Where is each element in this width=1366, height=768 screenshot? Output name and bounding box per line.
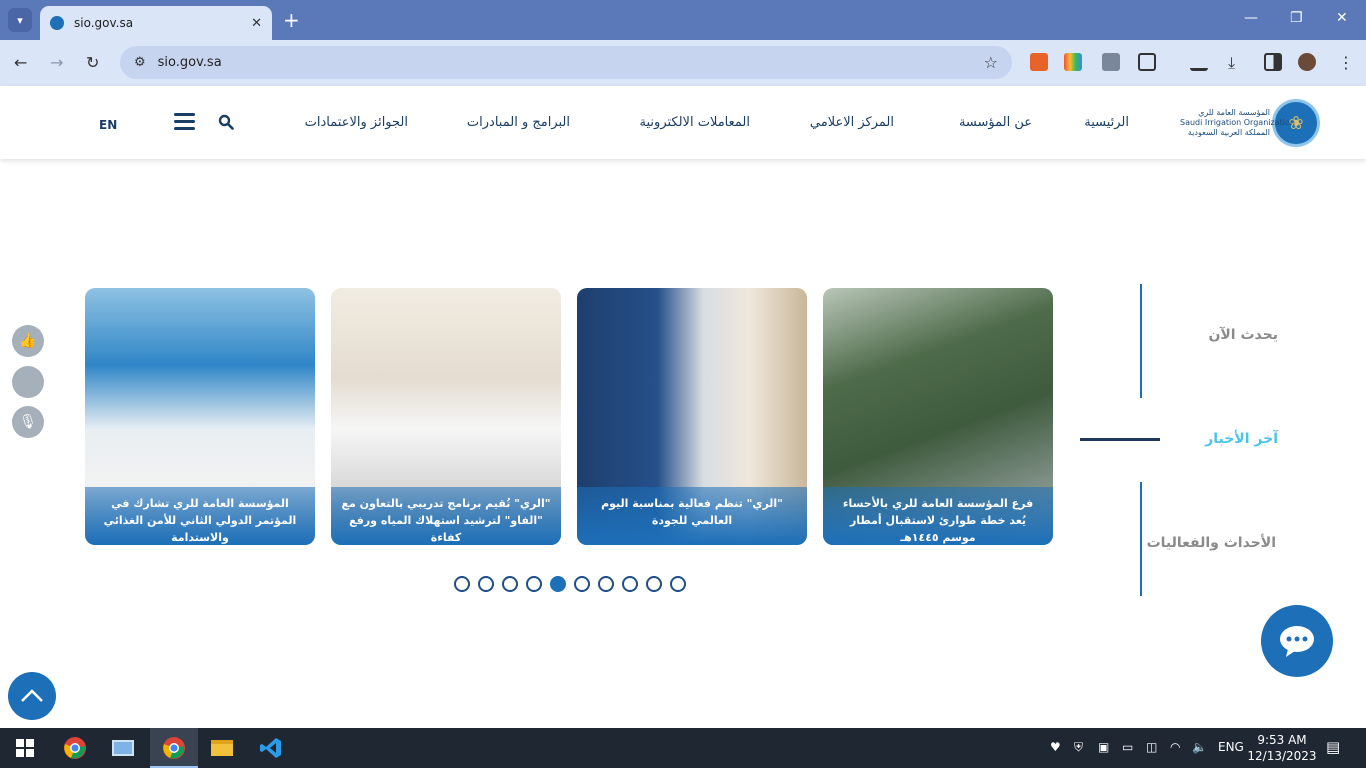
chat-bubble-icon (1280, 626, 1314, 657)
remote-desktop-taskbar-icon[interactable] (108, 734, 138, 762)
carousel-dot-active[interactable] (550, 576, 566, 592)
side-divider-top (1140, 284, 1142, 398)
nav-media-center[interactable]: المركز الاعلامي (810, 115, 894, 130)
extension-megaphone-icon[interactable] (1030, 53, 1048, 71)
start-icon[interactable] (10, 734, 40, 762)
news-caption: فرع المؤسسة العامة للري بالأحساء يُعد خط… (823, 487, 1053, 545)
carousel-dot[interactable] (502, 576, 518, 592)
carousel-dot[interactable] (574, 576, 590, 592)
omnibox[interactable]: ⚙ sio.gov.sa ☆ (120, 46, 1012, 79)
news-card[interactable]: المؤسسة العامة للري تشارك في المؤتمر الد… (85, 288, 315, 545)
side-tab-latest-news[interactable]: آخر الأخبار (1205, 431, 1278, 447)
language-toggle[interactable]: EN (99, 118, 117, 132)
side-panel-icon[interactable] (1264, 53, 1282, 71)
carousel-dot[interactable] (646, 576, 662, 592)
nav-e-services[interactable]: المعاملات الالكترونية (640, 115, 750, 130)
nav-programs[interactable]: البرامج و المبادرات (467, 115, 570, 130)
browser-tab[interactable]: sio.gov.sa ✕ (40, 6, 272, 40)
carousel-dot[interactable] (670, 576, 686, 592)
input-language[interactable]: ENG (1218, 740, 1244, 754)
windows-taskbar (0, 728, 1366, 768)
volume-icon[interactable]: 🔈 (1192, 740, 1207, 754)
carousel-dot[interactable] (598, 576, 614, 592)
tray-shield-icon[interactable]: ⛨ (1074, 740, 1083, 755)
carousel-dot[interactable] (454, 576, 470, 592)
back-icon[interactable]: ← (14, 53, 27, 72)
tab-title: sio.gov.sa (74, 16, 134, 30)
extensions-puzzle-icon[interactable] (1138, 53, 1156, 71)
chrome-icon (64, 737, 86, 759)
tray-device-icon[interactable]: ◫ (1146, 740, 1157, 754)
active-indicator (1080, 438, 1160, 441)
chrome-profile-taskbar-icon[interactable] (159, 734, 189, 762)
logo-line-ar: المؤسسة العامة للري (1198, 108, 1270, 117)
news-caption: "الري" تنظم فعالية بمناسبة اليوم العالمي… (577, 487, 807, 545)
url-text[interactable]: sio.gov.sa (158, 55, 984, 70)
star-icon[interactable]: ☆ (984, 53, 998, 72)
browser-menu-icon[interactable]: ⋮ (1338, 53, 1356, 72)
news-caption: المؤسسة العامة للري تشارك في المؤتمر الد… (85, 487, 315, 545)
chevron-up-icon (21, 689, 43, 702)
logo-text: المؤسسة العامة للري Saudi Irrigation Org… (1180, 108, 1295, 138)
news-card[interactable]: "الري" تُقيم برنامج تدريبي بالتعاون مع "… (331, 288, 561, 545)
profile-avatar[interactable] (1298, 53, 1316, 71)
nav-awards[interactable]: الجوائز والاعتمادات (305, 115, 408, 130)
carousel-dot[interactable] (622, 576, 638, 592)
accessibility-widget[interactable] (12, 366, 44, 398)
clock-time: 9:53 AM (1257, 733, 1307, 747)
extension-color-icon[interactable] (1064, 53, 1082, 71)
vscode-logo-icon (260, 738, 281, 758)
forward-icon[interactable]: → (50, 53, 63, 72)
carousel-dot[interactable] (478, 576, 494, 592)
carousel-dot[interactable] (526, 576, 542, 592)
news-card[interactable]: فرع المؤسسة العامة للري بالأحساء يُعد خط… (823, 288, 1053, 545)
nav-about[interactable]: عن المؤسسة (959, 115, 1032, 130)
wifi-icon[interactable]: ◠ (1170, 740, 1180, 754)
windows-logo-icon (16, 739, 34, 757)
site-info-icon[interactable]: ⚙ (134, 55, 146, 70)
mic-icon[interactable]: 🎙 (12, 406, 44, 438)
tray-network-app-icon[interactable]: ▣ (1098, 740, 1109, 754)
system-clock[interactable]: 9:53 AM 12/13/2023 (1246, 732, 1318, 764)
logo-line-en: Saudi Irrigation Organization (1180, 118, 1295, 127)
extension-jpg-icon[interactable] (1102, 53, 1120, 71)
like-icon[interactable]: 👍 (12, 325, 44, 357)
tab-search-button[interactable]: ▾ (8, 8, 32, 32)
logo-line-kingdom: المملكة العربية السعودية (1187, 128, 1270, 137)
notifications-icon[interactable]: ▤ (1326, 738, 1340, 756)
clock-date: 12/13/2023 (1247, 749, 1317, 763)
site-favicon-icon (50, 16, 64, 30)
minimize-button[interactable]: — (1244, 10, 1258, 26)
site-header: ❀ المؤسسة العامة للري Saudi Irrigation O… (0, 86, 1366, 159)
news-caption: "الري" تُقيم برنامج تدريبي بالتعاون مع "… (331, 487, 561, 545)
chrome-icon (163, 737, 185, 759)
reload-icon[interactable]: ↻ (86, 53, 99, 72)
side-tab-events[interactable]: الأحداث والفعاليات (1147, 535, 1276, 551)
file-explorer-icon[interactable] (207, 734, 237, 762)
tab-close-icon[interactable]: ✕ (251, 16, 262, 31)
vscode-icon[interactable] (256, 734, 286, 762)
news-card[interactable]: "الري" تنظم فعالية بمناسبة اليوم العالمي… (577, 288, 807, 545)
hamburger-icon[interactable] (174, 113, 195, 134)
reading-list-icon[interactable] (1190, 53, 1208, 71)
side-divider-bottom (1140, 482, 1142, 596)
battery-icon[interactable]: ▭ (1122, 740, 1133, 754)
window-close-button[interactable]: ✕ (1336, 10, 1348, 26)
download-icon[interactable]: ⤓ (1228, 53, 1246, 72)
restore-button[interactable]: ❐ (1290, 10, 1303, 26)
nav-home[interactable]: الرئيسية (1084, 115, 1129, 130)
tray-heart-icon[interactable]: ♥ (1050, 740, 1061, 754)
side-tab-happening-now[interactable]: يحدث الآن (1208, 327, 1278, 343)
new-tab-button[interactable]: + (283, 8, 300, 32)
search-icon[interactable] (218, 114, 234, 130)
scroll-top-icon[interactable] (8, 672, 56, 720)
chat-icon[interactable] (1261, 605, 1333, 677)
chrome-taskbar-icon[interactable] (60, 734, 90, 762)
